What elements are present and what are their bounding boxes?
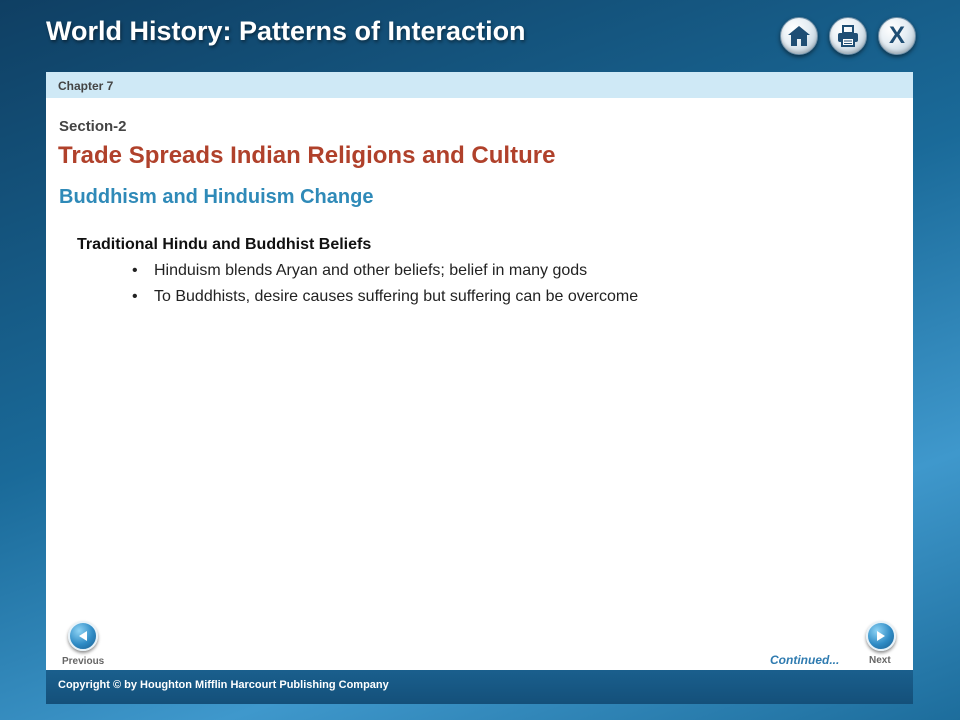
home-icon bbox=[788, 26, 810, 46]
bullet-item: • Hinduism blends Aryan and other belief… bbox=[132, 262, 897, 280]
bullet-icon: • bbox=[132, 288, 138, 305]
chapter-label: Chapter 7 bbox=[46, 72, 913, 98]
home-button[interactable] bbox=[780, 17, 818, 55]
section-title: Trade Spreads Indian Religions and Cultu… bbox=[58, 142, 556, 169]
bullet-list: • Hinduism blends Aryan and other belief… bbox=[77, 262, 897, 306]
content-panel: Chapter 7 Section-2 Trade Spreads Indian… bbox=[46, 72, 913, 670]
arrow-right-icon bbox=[877, 631, 885, 641]
previous-button[interactable] bbox=[68, 621, 98, 651]
close-button[interactable]: X bbox=[878, 17, 916, 55]
bullet-item: • To Buddhists, desire causes suffering … bbox=[132, 288, 897, 306]
bullet-icon: • bbox=[132, 262, 138, 279]
bullet-text: To Buddhists, desire causes suffering bu… bbox=[154, 288, 639, 305]
previous-label[interactable]: Previous bbox=[62, 656, 104, 667]
footer-copyright: Copyright © by Houghton Mifflin Harcourt… bbox=[46, 670, 913, 704]
subtopic-title: Buddhism and Hinduism Change bbox=[59, 186, 374, 208]
content-heading: Traditional Hindu and Buddhist Beliefs bbox=[77, 236, 372, 253]
next-label[interactable]: Next bbox=[869, 655, 891, 666]
content-body: Traditional Hindu and Buddhist Beliefs •… bbox=[77, 236, 897, 314]
section-label: Section-2 bbox=[59, 118, 127, 135]
printer-icon bbox=[838, 25, 858, 47]
app-title: World History: Patterns of Interaction bbox=[46, 16, 526, 46]
print-button[interactable] bbox=[829, 17, 867, 55]
continued-label: Continued... bbox=[770, 653, 840, 667]
arrow-left-icon bbox=[79, 631, 87, 641]
close-icon: X bbox=[888, 22, 905, 49]
header-buttons: X bbox=[780, 17, 916, 55]
next-button[interactable] bbox=[866, 621, 896, 651]
bullet-text: Hinduism blends Aryan and other beliefs;… bbox=[154, 262, 588, 279]
